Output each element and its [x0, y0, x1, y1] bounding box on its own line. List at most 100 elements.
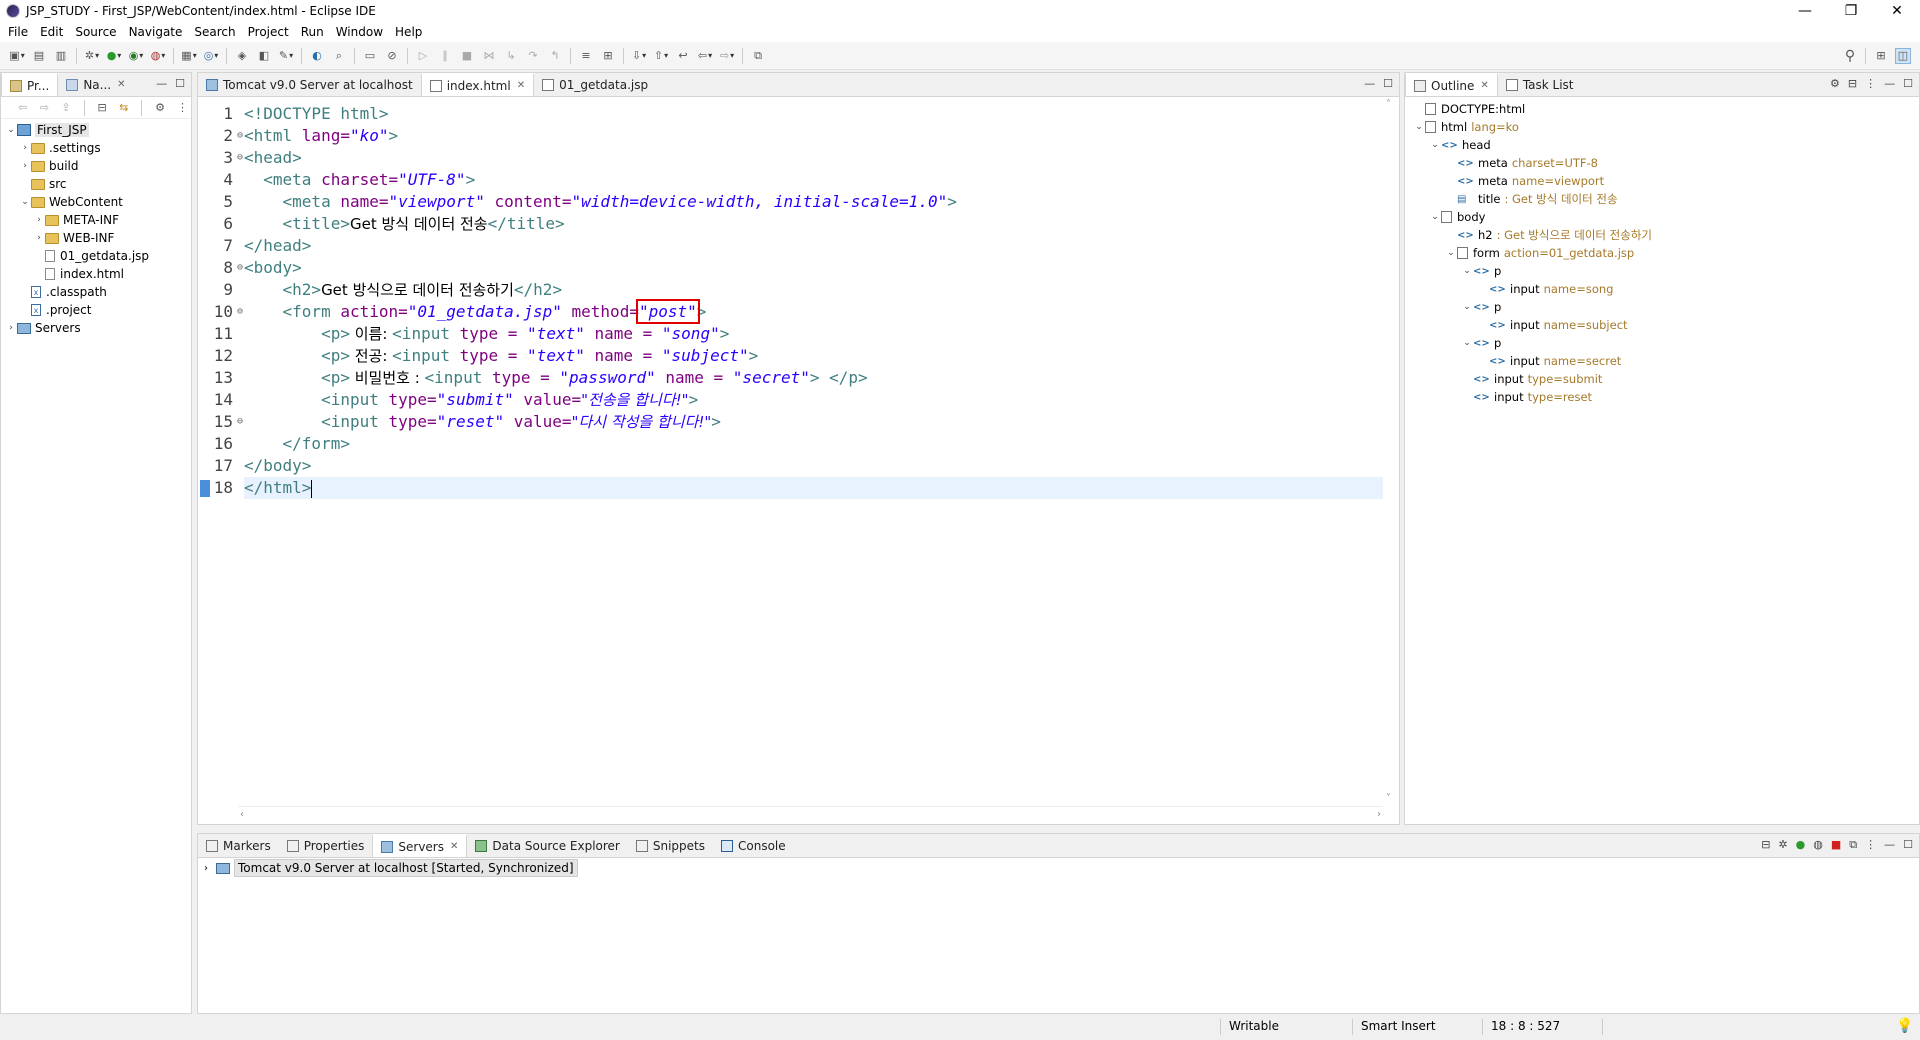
open-folder-icon[interactable]: ◧: [256, 48, 272, 64]
code-lines[interactable]: <!DOCTYPE html> <html lang="ko"> <head> …: [244, 103, 1383, 499]
maximize-icon[interactable]: ☐: [175, 77, 185, 90]
minimize-icon[interactable]: —: [1884, 77, 1895, 90]
tab-servers[interactable]: Servers ✕: [372, 834, 468, 857]
close-icon[interactable]: ✕: [1480, 80, 1488, 91]
outline-item[interactable]: ⌄ form action=01_getdata.jsp: [1405, 244, 1919, 262]
tab-snippets[interactable]: Snippets: [628, 834, 713, 857]
expand-chevron-icon[interactable]: ›: [204, 863, 216, 874]
expanded-chevron-icon[interactable]: ⌄: [1429, 212, 1441, 222]
forward-icon[interactable]: ⇨: [719, 48, 735, 64]
close-icon[interactable]: ✕: [117, 79, 125, 90]
code-area[interactable]: 1 2 ⊖ 3 ⊖ 4 5 6 7 8 ⊖ 9 10 ⊖ 11 12 13 14 15 ⊖ 16 17 18 <!DOCTY…: [198, 97, 1383, 806]
minimize-icon[interactable]: —: [1364, 77, 1375, 90]
tree-item[interactable]: › .settings: [1, 139, 191, 157]
fold-toggle-icon[interactable]: ⊖: [237, 257, 243, 279]
tree-item[interactable]: › Servers: [1, 319, 191, 337]
outline-item[interactable]: <> input type=submit: [1405, 370, 1919, 388]
scroll-down-icon[interactable]: ˅: [1386, 793, 1391, 804]
menu-search[interactable]: Search: [188, 25, 241, 39]
suspend-icon[interactable]: ∥: [437, 48, 453, 64]
forward-icon[interactable]: ⇨: [40, 100, 50, 116]
terminal-icon[interactable]: ▭: [362, 48, 378, 64]
minimize-icon[interactable]: —: [1884, 838, 1895, 852]
outline-item[interactable]: ⌄ <> p: [1405, 262, 1919, 280]
toggle-mark-icon[interactable]: ≡: [578, 48, 594, 64]
edit-icon[interactable]: ✎: [278, 48, 294, 64]
save-icon[interactable]: ▤: [31, 48, 47, 64]
close-icon[interactable]: ✕: [450, 841, 458, 852]
expanded-chevron-icon[interactable]: ⌄: [1461, 338, 1473, 348]
expanded-chevron-icon[interactable]: ⌄: [1445, 248, 1457, 258]
fold-toggle-icon[interactable]: ⊖: [237, 301, 243, 323]
collapsed-chevron-icon[interactable]: ›: [33, 233, 45, 243]
outline-item[interactable]: ⌄ <> head: [1405, 136, 1919, 154]
outline-item[interactable]: <> meta charset=UTF-8: [1405, 154, 1919, 172]
prev-annotation-icon[interactable]: ⇧: [653, 48, 669, 64]
vertical-scrollbar[interactable]: ˄ ˅: [1383, 97, 1399, 806]
outline-item[interactable]: <> input name=subject: [1405, 316, 1919, 334]
collapsed-chevron-icon[interactable]: ›: [33, 215, 45, 225]
step-over-icon[interactable]: ↷: [525, 48, 541, 64]
tab-outline[interactable]: Outline ✕: [1405, 73, 1498, 96]
start-server-icon[interactable]: ●: [1796, 838, 1806, 852]
back-icon[interactable]: ⇦: [697, 48, 713, 64]
fold-toggle-icon[interactable]: ⊖: [237, 147, 243, 169]
tab-task-list[interactable]: Task List: [1498, 73, 1582, 96]
menu-file[interactable]: File: [2, 25, 34, 39]
close-button[interactable]: ✕: [1874, 0, 1920, 22]
save-all-icon[interactable]: ▥: [53, 48, 69, 64]
menu-source[interactable]: Source: [69, 25, 122, 39]
tree-item[interactable]: › build: [1, 157, 191, 175]
external-tools-icon[interactable]: ◍: [150, 48, 166, 64]
view-menu-icon[interactable]: ⋮: [177, 100, 188, 116]
outline-item[interactable]: ⌄ html lang=ko: [1405, 118, 1919, 136]
tab-01-getdata-jsp[interactable]: 01_getdata.jsp: [534, 73, 656, 96]
lightbulb-icon[interactable]: 💡: [1896, 1018, 1913, 1034]
outline-item[interactable]: ⌄ <> p: [1405, 334, 1919, 352]
outline-item[interactable]: ⌄ body: [1405, 208, 1919, 226]
new-web-icon[interactable]: ◎: [203, 48, 219, 64]
tree-item[interactable]: index.html: [1, 265, 191, 283]
terminate-icon[interactable]: ■: [459, 48, 475, 64]
tab-project-explorer[interactable]: Pr...: [1, 73, 59, 96]
maximize-icon[interactable]: ☐: [1903, 77, 1913, 90]
fold-toggle-icon[interactable]: ⊖: [237, 125, 243, 147]
tab-markers[interactable]: Markers: [198, 834, 279, 857]
outline-item[interactable]: <> input name=secret: [1405, 352, 1919, 370]
tab-console[interactable]: Console: [713, 834, 794, 857]
expanded-chevron-icon[interactable]: ⌄: [1461, 266, 1473, 276]
menu-navigate[interactable]: Navigate: [123, 25, 189, 39]
outline-item[interactable]: <> meta name=viewport: [1405, 172, 1919, 190]
disconnect-icon[interactable]: ⋈: [481, 48, 497, 64]
minimize-icon[interactable]: —: [156, 77, 167, 90]
outline-item[interactable]: <> h2: Get 방식으로 데이터 전송하기: [1405, 226, 1919, 244]
stop-server-icon[interactable]: ■: [1831, 838, 1841, 852]
tab-tomcat-server[interactable]: Tomcat v9.0 Server at localhost: [198, 73, 421, 96]
next-annotation-icon[interactable]: ⇩: [631, 48, 647, 64]
server-row-tomcat[interactable]: › Tomcat v9.0 Server at localhost [Start…: [198, 858, 1919, 878]
menu-edit[interactable]: Edit: [34, 25, 69, 39]
last-edit-icon[interactable]: ↩: [675, 48, 691, 64]
tree-item[interactable]: › WEB-INF: [1, 229, 191, 247]
open-type-icon[interactable]: ◈: [234, 48, 250, 64]
menu-project[interactable]: Project: [242, 25, 295, 39]
tree-item[interactable]: x .classpath: [1, 283, 191, 301]
resume-icon[interactable]: ▷: [415, 48, 431, 64]
collapse-all-icon[interactable]: ⊟: [97, 100, 107, 116]
collapse-all-icon[interactable]: ⊟: [1848, 77, 1857, 90]
close-icon[interactable]: ✕: [517, 80, 525, 91]
tab-navigator[interactable]: Na... ✕: [58, 73, 133, 96]
outline-item[interactable]: ▤ title: Get 방식 데이터 전송: [1405, 190, 1919, 208]
outline-item[interactable]: <> input type=reset: [1405, 388, 1919, 406]
tree-item[interactable]: x .project: [1, 301, 191, 319]
collapsed-chevron-icon[interactable]: ›: [5, 323, 17, 333]
up-icon[interactable]: ⇪: [61, 100, 71, 116]
fold-toggle-icon[interactable]: ⊖: [237, 411, 243, 433]
outline-item[interactable]: <> input name=song: [1405, 280, 1919, 298]
expanded-chevron-icon[interactable]: ⌄: [1461, 302, 1473, 312]
restore-button[interactable]: ❐: [1828, 0, 1874, 22]
debug-server-icon[interactable]: ✲: [1778, 838, 1787, 852]
coverage-icon[interactable]: ◉: [128, 48, 144, 64]
expanded-chevron-icon[interactable]: ⌄: [19, 197, 31, 207]
scroll-up-icon[interactable]: ˄: [1386, 99, 1391, 110]
